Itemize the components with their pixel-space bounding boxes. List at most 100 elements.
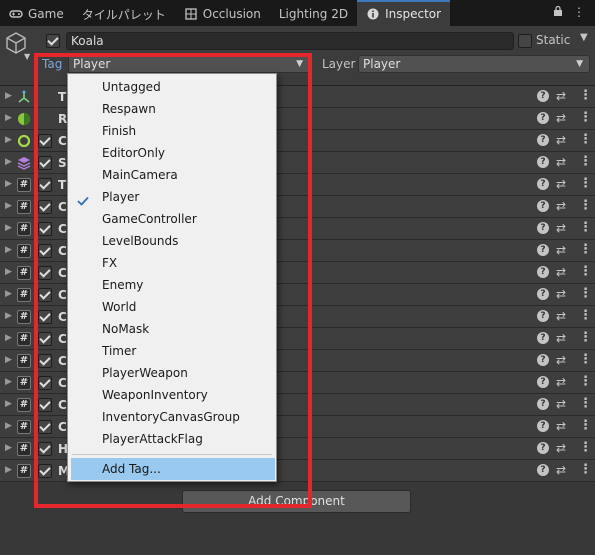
preset-icon[interactable]: ⇄ <box>556 287 566 301</box>
preset-icon[interactable]: ⇄ <box>556 397 566 411</box>
tag-option-weaponinventory[interactable]: WeaponInventory <box>68 384 276 406</box>
expand-arrow-icon[interactable]: ▶ <box>5 333 12 343</box>
kebab-menu-icon[interactable]: ⋮ <box>579 132 592 147</box>
tag-option-playerattackflag[interactable]: PlayerAttackFlag <box>68 428 276 450</box>
gameobject-name-field[interactable]: Koala <box>66 32 514 50</box>
component-enabled-checkbox[interactable] <box>38 222 52 236</box>
component-enabled-checkbox[interactable] <box>38 178 52 192</box>
kebab-menu-icon[interactable]: ⋮ <box>579 462 592 477</box>
kebab-menu-icon[interactable]: ⋮ <box>579 242 592 257</box>
component-enabled-checkbox[interactable] <box>38 266 52 280</box>
tab-game[interactable]: Game <box>0 2 73 26</box>
tag-option-playerweapon[interactable]: PlayerWeapon <box>68 362 276 384</box>
help-icon[interactable]: ? <box>537 420 549 432</box>
tag-option-fx[interactable]: FX <box>68 252 276 274</box>
component-enabled-checkbox[interactable] <box>38 134 52 148</box>
help-icon[interactable]: ? <box>537 266 549 278</box>
kebab-menu-icon[interactable]: ⋮ <box>579 154 592 169</box>
chevron-down-icon[interactable]: ▼ <box>24 52 30 61</box>
expand-arrow-icon[interactable]: ▶ <box>5 443 12 453</box>
component-enabled-checkbox[interactable] <box>38 420 52 434</box>
preset-icon[interactable]: ⇄ <box>556 309 566 323</box>
tag-option-maincamera[interactable]: MainCamera <box>68 164 276 186</box>
kebab-menu-icon[interactable]: ⋮ <box>579 440 592 455</box>
help-icon[interactable]: ? <box>537 332 549 344</box>
component-enabled-checkbox[interactable] <box>38 442 52 456</box>
tab-lighting-2d[interactable]: Lighting 2D <box>270 2 357 26</box>
component-enabled-checkbox[interactable] <box>38 376 52 390</box>
preset-icon[interactable]: ⇄ <box>556 111 566 125</box>
expand-arrow-icon[interactable]: ▶ <box>5 135 12 145</box>
tag-dropdown[interactable]: Player ▼ <box>68 55 310 73</box>
help-icon[interactable]: ? <box>537 112 549 124</box>
help-icon[interactable]: ? <box>537 178 549 190</box>
expand-arrow-icon[interactable]: ▶ <box>5 179 12 189</box>
preset-icon[interactable]: ⇄ <box>556 331 566 345</box>
preset-icon[interactable]: ⇄ <box>556 221 566 235</box>
preset-icon[interactable]: ⇄ <box>556 265 566 279</box>
expand-arrow-icon[interactable]: ▶ <box>5 377 12 387</box>
tag-option-gamecontroller[interactable]: GameController <box>68 208 276 230</box>
static-checkbox[interactable] <box>518 34 532 48</box>
tag-option-nomask[interactable]: NoMask <box>68 318 276 340</box>
preset-icon[interactable]: ⇄ <box>556 419 566 433</box>
static-dropdown-icon[interactable]: ▼ <box>580 32 588 43</box>
tab-inspector[interactable]: Inspector <box>357 0 451 26</box>
preset-icon[interactable]: ⇄ <box>556 199 566 213</box>
preset-icon[interactable]: ⇄ <box>556 243 566 257</box>
tag-option-world[interactable]: World <box>68 296 276 318</box>
help-icon[interactable]: ? <box>537 376 549 388</box>
preset-icon[interactable]: ⇄ <box>556 375 566 389</box>
expand-arrow-icon[interactable]: ▶ <box>5 223 12 233</box>
help-icon[interactable]: ? <box>537 90 549 102</box>
help-icon[interactable]: ? <box>537 156 549 168</box>
tag-option-player[interactable]: Player <box>68 186 276 208</box>
help-icon[interactable]: ? <box>537 442 549 454</box>
preset-icon[interactable]: ⇄ <box>556 177 566 191</box>
tag-option-editoronly[interactable]: EditorOnly <box>68 142 276 164</box>
tag-option-timer[interactable]: Timer <box>68 340 276 362</box>
more-options-icon[interactable]: ⋮ <box>573 5 585 20</box>
tag-option-enemy[interactable]: Enemy <box>68 274 276 296</box>
help-icon[interactable]: ? <box>537 200 549 212</box>
kebab-menu-icon[interactable]: ⋮ <box>579 396 592 411</box>
kebab-menu-icon[interactable]: ⋮ <box>579 220 592 235</box>
help-icon[interactable]: ? <box>537 244 549 256</box>
kebab-menu-icon[interactable]: ⋮ <box>579 88 592 103</box>
preset-icon[interactable]: ⇄ <box>556 133 566 147</box>
help-icon[interactable]: ? <box>537 222 549 234</box>
kebab-menu-icon[interactable]: ⋮ <box>579 110 592 125</box>
expand-arrow-icon[interactable]: ▶ <box>5 355 12 365</box>
expand-arrow-icon[interactable]: ▶ <box>5 311 12 321</box>
add-component-button[interactable]: Add Component <box>182 490 411 513</box>
preset-icon[interactable]: ⇄ <box>556 155 566 169</box>
component-enabled-checkbox[interactable] <box>38 310 52 324</box>
preset-icon[interactable]: ⇄ <box>556 441 566 455</box>
expand-arrow-icon[interactable]: ▶ <box>5 267 12 277</box>
expand-arrow-icon[interactable]: ▶ <box>5 465 12 475</box>
kebab-menu-icon[interactable]: ⋮ <box>579 352 592 367</box>
expand-arrow-icon[interactable]: ▶ <box>5 157 12 167</box>
help-icon[interactable]: ? <box>537 310 549 322</box>
component-enabled-checkbox[interactable] <box>38 244 52 258</box>
component-enabled-checkbox[interactable] <box>38 398 52 412</box>
kebab-menu-icon[interactable]: ⋮ <box>579 264 592 279</box>
kebab-menu-icon[interactable]: ⋮ <box>579 418 592 433</box>
expand-arrow-icon[interactable]: ▶ <box>5 245 12 255</box>
kebab-menu-icon[interactable]: ⋮ <box>579 330 592 345</box>
kebab-menu-icon[interactable]: ⋮ <box>579 308 592 323</box>
tag-option-respawn[interactable]: Respawn <box>68 98 276 120</box>
tab-occlusion[interactable]: Occlusion <box>175 2 270 26</box>
help-icon[interactable]: ? <box>537 134 549 146</box>
layer-dropdown[interactable]: Player ▼ <box>358 55 590 73</box>
preset-icon[interactable]: ⇄ <box>556 89 566 103</box>
expand-arrow-icon[interactable]: ▶ <box>5 421 12 431</box>
help-icon[interactable]: ? <box>537 464 549 476</box>
add-tag-menu-item[interactable]: Add Tag... <box>71 458 275 480</box>
tag-option-levelbounds[interactable]: LevelBounds <box>68 230 276 252</box>
help-icon[interactable]: ? <box>537 288 549 300</box>
tag-option-inventorycanvasgroup[interactable]: InventoryCanvasGroup <box>68 406 276 428</box>
expand-arrow-icon[interactable]: ▶ <box>5 399 12 409</box>
tag-option-finish[interactable]: Finish <box>68 120 276 142</box>
component-enabled-checkbox[interactable] <box>38 464 52 478</box>
